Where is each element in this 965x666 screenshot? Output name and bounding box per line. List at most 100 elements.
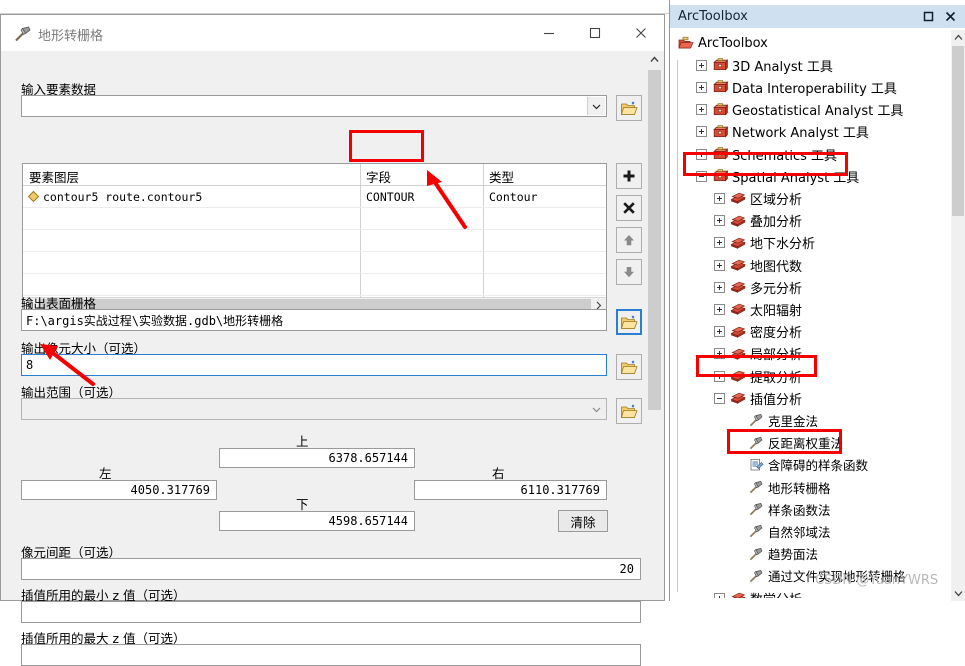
arctoolbox-root-icon	[678, 35, 694, 51]
tree-item-toolset[interactable]: 区域分析	[714, 187, 802, 209]
expand-icon[interactable]	[696, 59, 707, 71]
annotation-box-interpolation	[696, 355, 817, 377]
toolbox-icon	[712, 57, 729, 73]
panel-maximize-icon[interactable]	[917, 5, 939, 28]
tree-item-tool[interactable]: 样条函数法	[732, 498, 831, 520]
move-up-button[interactable]	[616, 227, 642, 253]
add-row-button[interactable]	[616, 163, 642, 189]
tree-item-toolset[interactable]: 插值分析	[714, 387, 802, 409]
toolset-icon	[730, 590, 746, 598]
tree-item-toolset[interactable]: 地图代数	[714, 254, 802, 276]
panel-close-icon[interactable]	[939, 5, 961, 28]
expand-icon[interactable]	[714, 303, 725, 315]
extent-left-input[interactable]: 4050.317769	[21, 480, 217, 500]
tree-item-root[interactable]: ArcToolbox	[678, 32, 768, 54]
arctoolbox-tree[interactable]: ArcToolbox 3D Analyst 工具 Data Interoperabi…	[672, 30, 951, 598]
add-data-folder-button[interactable]	[616, 95, 642, 121]
hammer-tool-icon	[13, 24, 33, 44]
input-features-combo[interactable]	[21, 95, 607, 117]
output-surface-browse-button[interactable]	[616, 309, 642, 335]
toolbox-icon	[712, 102, 729, 118]
table-row[interactable]	[23, 274, 606, 296]
tree-item-label: 叠加分析	[750, 215, 803, 231]
tree-item-tool[interactable]: 趋势面法	[732, 543, 818, 565]
tree-item-toolset[interactable]: 多元分析	[714, 276, 802, 298]
expand-icon[interactable]	[696, 126, 707, 138]
scroll-thumb[interactable]	[952, 46, 964, 216]
clear-extent-button[interactable]: 清除	[558, 510, 608, 532]
cell-field[interactable]: CONTOUR	[366, 190, 414, 204]
scroll-down-icon[interactable]	[951, 586, 965, 601]
expand-icon[interactable]	[696, 104, 707, 116]
watermark-text: CSDN @YuanYWRS	[815, 573, 939, 588]
cell-type[interactable]: Contour	[489, 190, 537, 204]
desktop-background	[0, 0, 669, 14]
tree-item-label: 含障碍的样条函数	[768, 458, 869, 474]
tree-item-toolbox[interactable]: 3D Analyst 工具	[696, 54, 833, 76]
tree-item-tool[interactable]: 自然邻域法	[732, 520, 831, 542]
cell-size-browse-button[interactable]	[616, 354, 642, 380]
expand-icon[interactable]	[714, 281, 725, 293]
move-down-button[interactable]	[616, 259, 642, 285]
expand-icon[interactable]	[714, 192, 725, 204]
expand-icon[interactable]	[714, 237, 725, 249]
tree-item-label: 密度分析	[750, 326, 803, 342]
tree-item-label: 太阳辐射	[750, 303, 803, 319]
arctoolbox-vertical-scrollbar[interactable]	[951, 30, 965, 601]
tree-item-tool[interactable]: 地形转栅格	[732, 476, 831, 498]
expand-icon[interactable]	[714, 215, 725, 227]
maximize-icon[interactable]	[572, 15, 618, 51]
output-extent-browse-button[interactable]	[616, 398, 642, 424]
cell-size-input[interactable]: 8	[21, 354, 607, 376]
remove-row-button[interactable]	[616, 195, 642, 221]
annotation-box-spatial-analyst	[683, 152, 848, 176]
close-icon[interactable]	[618, 15, 664, 51]
max-z-input[interactable]	[21, 644, 641, 666]
tree-item-toolbox[interactable]: Geostatistical Analyst 工具	[696, 99, 903, 121]
arctoolbox-panel: ArcToolbox ArcToolbox 3D Analyst 工具 Data I…	[669, 0, 965, 601]
output-extent-combo[interactable]	[21, 398, 607, 420]
chevron-down-icon[interactable]	[587, 97, 605, 115]
tree-item-toolset[interactable]: 叠加分析	[714, 210, 802, 232]
table-row[interactable]	[23, 208, 606, 230]
extent-right-input[interactable]: 6110.317769	[414, 480, 607, 500]
margin-input[interactable]: 20	[21, 558, 641, 580]
tree-item-label: 地形转栅格	[768, 480, 831, 496]
tree-item-toolset[interactable]: 太阳辐射	[714, 298, 802, 320]
grid-col-layer: 要素图层	[29, 170, 80, 185]
output-surface-input[interactable]: F:\argis实战过程\实验数据.gdb\地形转栅格	[21, 309, 607, 331]
table-row[interactable]	[23, 230, 606, 252]
cell-size-value: 8	[26, 358, 34, 372]
tree-item-tool[interactable]: 含障碍的样条函数	[732, 454, 868, 476]
expand-icon[interactable]	[714, 592, 725, 598]
table-row[interactable]	[23, 252, 606, 274]
minimize-icon[interactable]	[526, 15, 572, 51]
toolset-icon	[730, 301, 746, 317]
chevron-down-icon[interactable]	[588, 400, 605, 418]
expand-icon[interactable]	[714, 326, 725, 338]
tree-item-toolset[interactable]: 地下水分析	[714, 232, 815, 254]
expand-icon[interactable]	[696, 81, 707, 93]
table-row[interactable]: contour5 route.contour5 CONTOUR Contour	[23, 186, 606, 208]
tree-item-toolset[interactable]: 数学分析	[714, 587, 802, 598]
expand-icon[interactable]	[714, 259, 725, 271]
scroll-thumb[interactable]	[648, 70, 661, 410]
dialog-title: 地形转栅格	[38, 29, 104, 44]
dialog-vertical-scrollbar[interactable]	[646, 51, 663, 600]
extent-top-input[interactable]: 6378.657144	[219, 448, 415, 468]
extent-bottom-input[interactable]: 4598.657144	[219, 511, 415, 531]
extent-right-value: 6110.317769	[520, 483, 600, 497]
tree-item-toolbox[interactable]: Data Interoperability 工具	[696, 76, 897, 98]
tree-item-toolset[interactable]: 密度分析	[714, 321, 802, 343]
scroll-up-icon[interactable]	[646, 51, 663, 68]
feature-layer-grid[interactable]: 要素图层 字段 类型 contour5 route.contour5 CONTO…	[22, 163, 607, 313]
scroll-up-icon[interactable]	[951, 30, 965, 45]
hammer-tool-icon	[748, 412, 764, 428]
min-z-input[interactable]	[21, 601, 641, 623]
collapse-icon[interactable]	[714, 392, 725, 404]
tree-item-toolbox[interactable]: Network Analyst 工具	[696, 121, 869, 143]
topo-to-raster-dialog: 地形转栅格 输入要素数据 要素图层 字段 类型 contour5 route.c…	[0, 14, 665, 666]
